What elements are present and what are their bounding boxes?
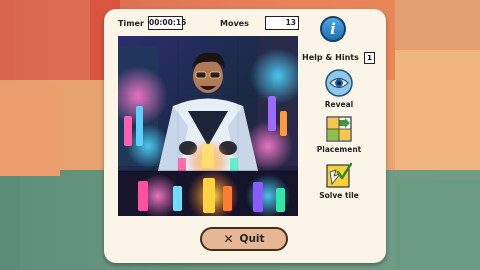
placement-label: Placement (316, 145, 362, 154)
background-block (0, 86, 60, 176)
quit-label: Quit (239, 233, 265, 245)
background-block (395, 50, 480, 170)
background-block (395, 180, 480, 270)
quit-button[interactable]: ✕ Quit (200, 227, 288, 251)
game-panel: Timer 00:00:15 Moves 13 i Help & Hints 1… (104, 9, 386, 263)
close-icon: ✕ (223, 232, 234, 246)
moves-value: 13 (265, 16, 299, 30)
eye-icon (325, 69, 353, 97)
solve-tile-icon (326, 162, 353, 188)
solve-tile-label: Solve tile (319, 191, 359, 200)
placement-icon (326, 116, 352, 142)
reveal-label: Reveal (324, 100, 354, 109)
reveal-button[interactable] (325, 69, 353, 101)
puzzle-image (118, 36, 298, 216)
background-block (395, 0, 480, 50)
hints-count: 1 (364, 52, 375, 64)
background-block (0, 176, 20, 270)
hints-title: Help & Hints (302, 53, 359, 62)
solve-tile-button[interactable] (326, 162, 353, 192)
timer-value: 00:00:15 (148, 16, 186, 30)
placement-button[interactable] (326, 116, 352, 146)
puzzle-board[interactable] (118, 36, 298, 216)
timer-label: Timer (118, 19, 144, 28)
moves-label: Moves (220, 19, 249, 28)
info-button[interactable]: i (320, 16, 346, 42)
